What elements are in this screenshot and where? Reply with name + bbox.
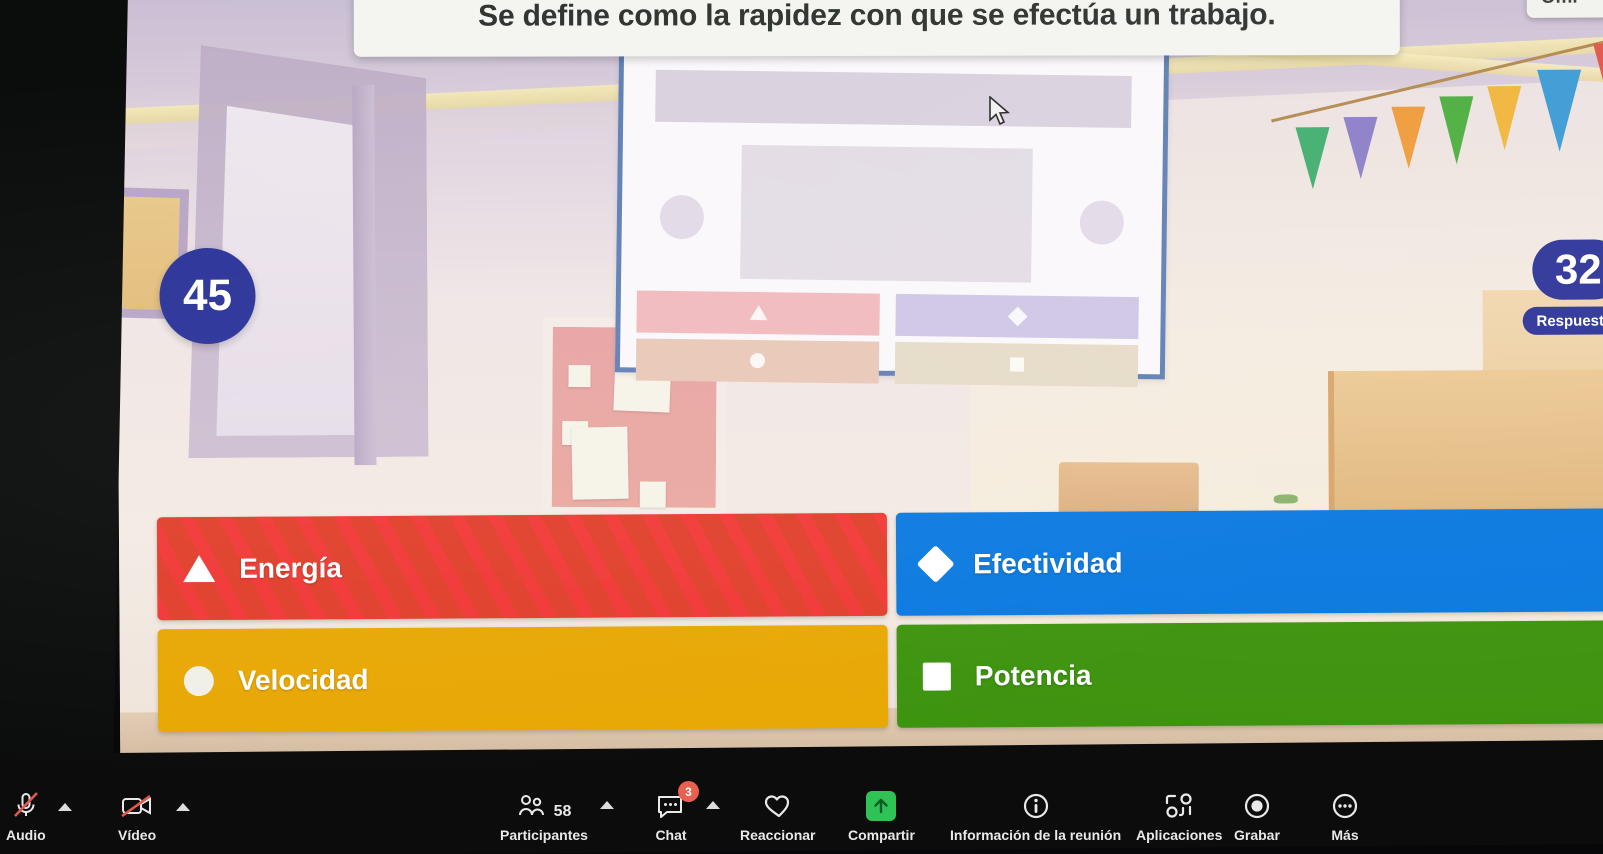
skip-button[interactable]: Omi (1526, 0, 1603, 18)
toolbar-react-label: Reaccionar (740, 827, 816, 844)
answer-option-green[interactable]: Potencia (896, 620, 1603, 728)
toolbar-participants-label: Participantes (500, 827, 588, 844)
projected-answer-tile (895, 342, 1139, 387)
answer-label: Energía (239, 551, 342, 584)
video-stopped-icon (119, 787, 155, 821)
answer-option-blue[interactable]: Efectividad (895, 508, 1603, 616)
door-edge (352, 84, 377, 466)
microphone-muted-icon (10, 787, 42, 821)
toolbar-more[interactable]: Más (1330, 787, 1360, 843)
chat-caret[interactable] (706, 801, 720, 810)
projected-dot-left (659, 194, 704, 240)
answer-label: Efectividad (973, 546, 1123, 579)
toolbar-record[interactable]: Grabar (1234, 787, 1280, 843)
answer-label: Velocidad (237, 663, 369, 696)
toolbar-react[interactable]: Reaccionar (740, 787, 815, 843)
square-icon (922, 661, 951, 691)
projected-question-bar (655, 70, 1132, 128)
bunting-flag (1295, 127, 1330, 190)
chevron-up-icon (58, 803, 72, 812)
video-options-caret[interactable] (176, 803, 190, 812)
photo-of-screen: Se define como la rapidez con que se efe… (0, 0, 1603, 854)
info-icon (1021, 787, 1051, 821)
chevron-up-icon (706, 801, 720, 810)
toolbar-meeting-info-label: Información de la reunión (950, 827, 1122, 844)
bunting-flag (1343, 116, 1378, 180)
shared-screen-kahoot: Se define como la rapidez con que se efe… (115, 0, 1603, 761)
letterbox-left (0, 0, 128, 790)
toolbar-more-label: Más (1331, 827, 1359, 844)
bunting-flag (1592, 43, 1603, 134)
answers-counter: 32 Respuestas (1522, 239, 1603, 335)
chat-unread-badge: 3 (678, 781, 699, 803)
toolbar-meeting-info[interactable]: Información de la reunión (950, 787, 1121, 843)
record-icon (1242, 787, 1272, 821)
toolbar-chat-label: Chat (655, 827, 687, 844)
mouse-cursor (988, 95, 1012, 133)
sticky-note (639, 481, 666, 508)
projected-answer-tile (635, 338, 880, 384)
answers-count-label: Respuestas (1522, 306, 1603, 335)
toolbar-audio[interactable]: Audio (6, 787, 46, 843)
toolbar-share-label: Compartir (848, 827, 915, 844)
toolbar-video[interactable]: Vídeo (118, 787, 156, 843)
answer-label: Potencia (974, 659, 1092, 691)
projector-screen (614, 42, 1170, 387)
toolbar-participants[interactable]: 58 Participantes (500, 787, 588, 843)
more-icon (1330, 787, 1360, 821)
bunting-decoration (1271, 38, 1603, 241)
toolbar-video-label: Vídeo (118, 827, 157, 844)
question-text: Se define como la rapidez con que se efe… (478, 0, 1276, 33)
countdown-timer: 45 (159, 247, 256, 345)
diamond-icon (916, 544, 955, 584)
chevron-up-icon (176, 803, 190, 812)
toolbar-share[interactable]: Compartir (848, 787, 915, 843)
apps-icon (1163, 787, 1195, 821)
toolbar-apps-label: Aplicaciones (1136, 827, 1223, 844)
projected-answer-tile (636, 290, 881, 336)
toolbar-apps[interactable]: Aplicaciones (1136, 787, 1222, 843)
projected-image (739, 144, 1034, 284)
question-banner: Se define como la rapidez con que se efe… (353, 0, 1400, 57)
answer-options-grid: Energía Efectividad Velocidad Potencia (156, 508, 1603, 733)
zoom-toolbar: Audio Vídeo 58 Participantes 3 Chat Reac… (0, 740, 1603, 854)
answer-option-red[interactable]: Energía (156, 512, 888, 621)
triangle-icon (183, 554, 216, 583)
chat-icon: 3 (655, 781, 699, 821)
plant-leaf (1273, 494, 1298, 504)
answer-option-yellow[interactable]: Velocidad (157, 624, 889, 733)
bunting-flag (1537, 69, 1582, 152)
participants-caret[interactable] (600, 801, 614, 810)
share-screen-icon (866, 787, 897, 822)
audio-options-caret[interactable] (58, 803, 72, 812)
participants-icon: 58 (517, 787, 572, 821)
circle-icon (183, 665, 214, 696)
chevron-up-icon (600, 801, 614, 810)
participants-count: 58 (553, 803, 572, 821)
projected-answer-tile (895, 294, 1140, 339)
bunting-flag (1391, 106, 1426, 169)
answers-count-value: 32 (1532, 239, 1603, 300)
projected-dot-right (1079, 200, 1125, 246)
sticky-note (568, 365, 591, 388)
bunting-flag (1487, 85, 1522, 151)
toolbar-audio-label: Audio (6, 827, 46, 844)
toolbar-chat[interactable]: 3 Chat (655, 781, 699, 844)
toolbar-record-label: Grabar (1234, 827, 1280, 844)
sticky-note (571, 426, 629, 500)
bunting-flag (1439, 96, 1474, 165)
cabinet (1327, 369, 1603, 527)
heart-icon (762, 787, 794, 821)
